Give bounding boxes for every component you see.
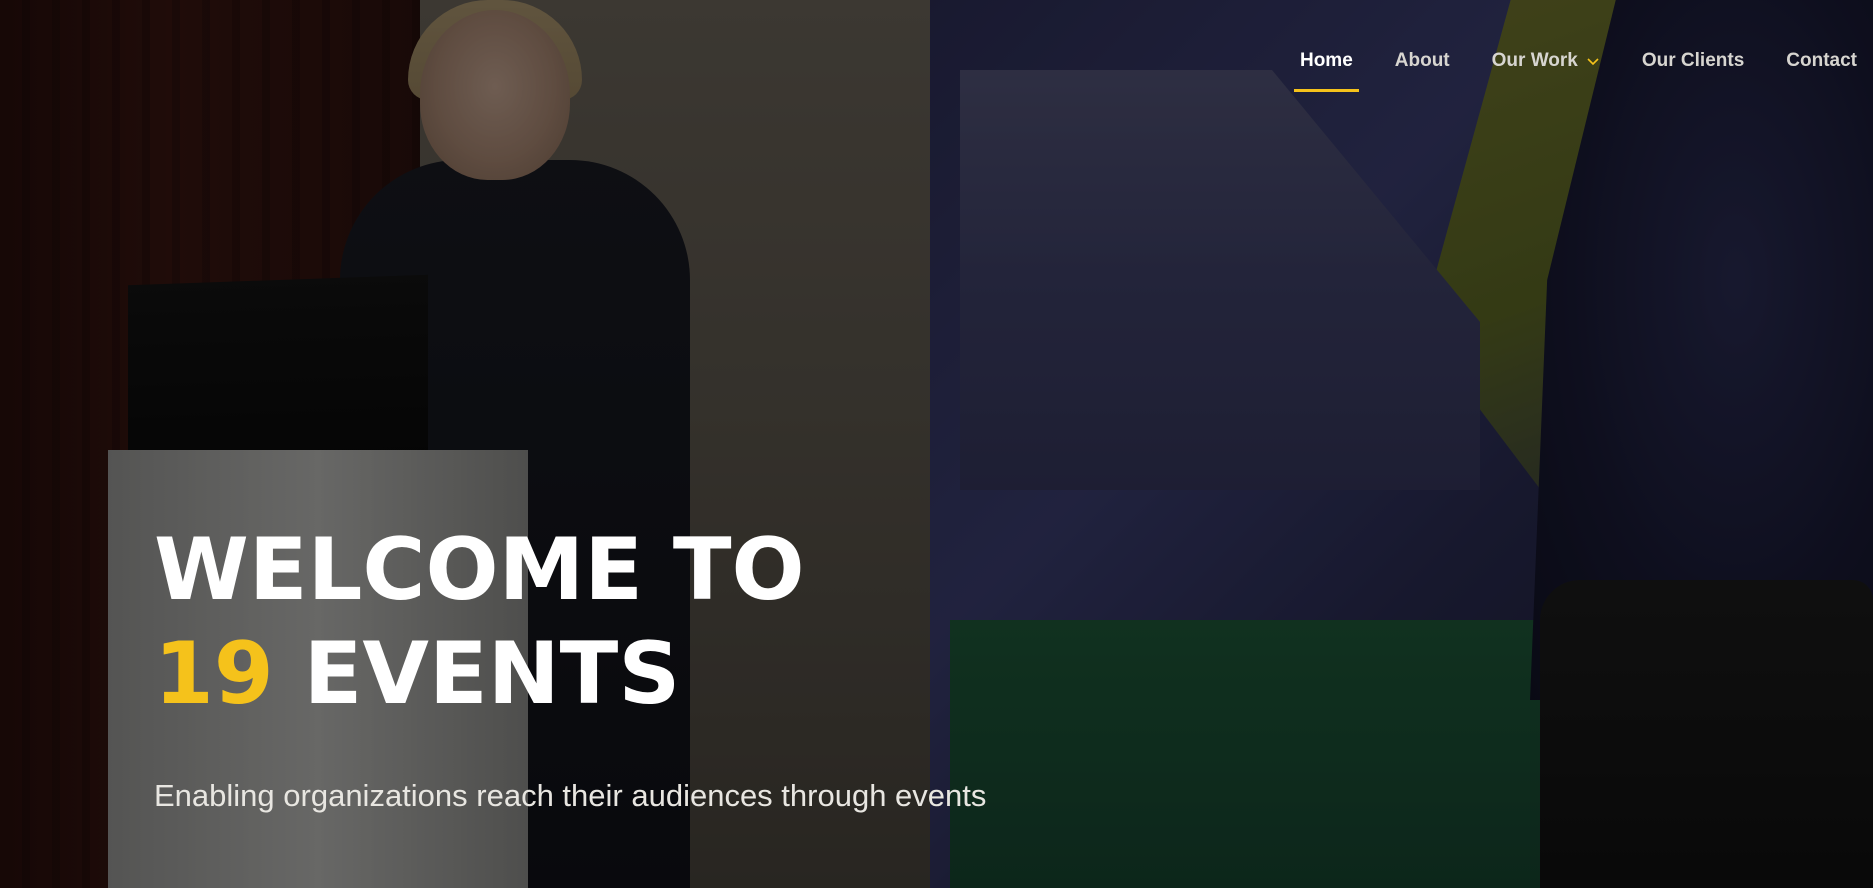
chevron-down-icon bbox=[1587, 58, 1599, 66]
nav-item-contact[interactable]: Contact bbox=[1780, 50, 1863, 92]
nav-item-label: Our Work bbox=[1491, 50, 1578, 71]
hero-headline: WELCOME TO 19 EVENTS bbox=[154, 518, 1154, 726]
hero-content: WELCOME TO 19 EVENTS Enabling organizati… bbox=[154, 518, 1154, 814]
headline-line-2-rest: EVENTS bbox=[303, 624, 681, 724]
headline-line-2: 19 EVENTS bbox=[154, 622, 1154, 726]
nav-item-label: Home bbox=[1299, 50, 1353, 71]
nav-item-home[interactable]: Home bbox=[1293, 50, 1359, 92]
nav-item-our-work[interactable]: Our Work bbox=[1486, 50, 1606, 92]
nav-item-about[interactable]: About bbox=[1389, 50, 1456, 92]
hero-tagline: Enabling organizations reach their audie… bbox=[154, 778, 987, 813]
nav-item-our-clients[interactable]: Our Clients bbox=[1636, 50, 1750, 92]
nav-item-label: About bbox=[1394, 50, 1450, 71]
main-nav: Home About Our Work Our Clients Contact bbox=[1293, 50, 1873, 100]
hero-section: Home About Our Work Our Clients Contact … bbox=[0, 0, 1873, 888]
headline-accent: 19 bbox=[154, 624, 274, 724]
nav-item-label: Our Clients bbox=[1641, 50, 1745, 71]
nav-item-label: Contact bbox=[1786, 50, 1857, 71]
headline-line-1: WELCOME TO bbox=[154, 520, 805, 620]
